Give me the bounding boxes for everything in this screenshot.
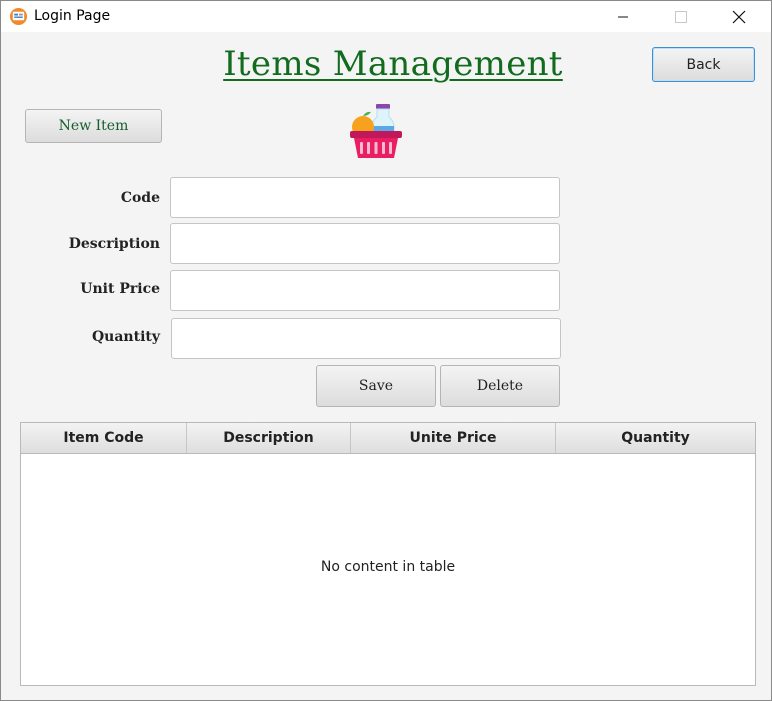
description-label: Description: [68, 236, 160, 252]
minimize-icon: [618, 16, 628, 17]
save-button[interactable]: Save: [316, 365, 436, 407]
maximize-icon: [675, 10, 687, 23]
column-header-description[interactable]: Description: [187, 423, 351, 453]
new-item-button[interactable]: New Item: [25, 109, 162, 143]
minimize-button[interactable]: [600, 1, 646, 32]
code-input[interactable]: [170, 177, 560, 218]
unit-price-label: Unit Price: [80, 281, 160, 297]
main-content: Items Management Back New Item Code Desc…: [1, 32, 771, 700]
quantity-label: Quantity: [91, 329, 160, 345]
app-window: Login Page Items Management Back New Ite…: [0, 0, 772, 701]
column-header-quantity[interactable]: Quantity: [556, 423, 755, 453]
unit-price-input[interactable]: [170, 270, 560, 311]
items-table[interactable]: Item Code Description Unite Price Quanti…: [20, 422, 756, 686]
quantity-input[interactable]: [171, 318, 561, 359]
column-header-unit-price[interactable]: Unite Price: [351, 423, 556, 453]
column-header-item-code[interactable]: Item Code: [21, 423, 187, 453]
back-button[interactable]: Back: [652, 47, 755, 82]
window-title: Login Page: [34, 8, 111, 24]
table-empty-message: No content in table: [320, 559, 456, 575]
table-header: Item Code Description Unite Price Quanti…: [21, 423, 755, 454]
delete-button[interactable]: Delete: [440, 365, 560, 407]
shopping-basket-icon: [350, 104, 402, 158]
app-window-icon: [9, 7, 28, 26]
maximize-button[interactable]: [658, 1, 704, 32]
code-label: Code: [120, 190, 160, 206]
title-bar[interactable]: Login Page: [1, 1, 771, 32]
close-button[interactable]: [716, 1, 762, 32]
description-input[interactable]: [170, 223, 560, 264]
close-icon: [732, 10, 746, 23]
